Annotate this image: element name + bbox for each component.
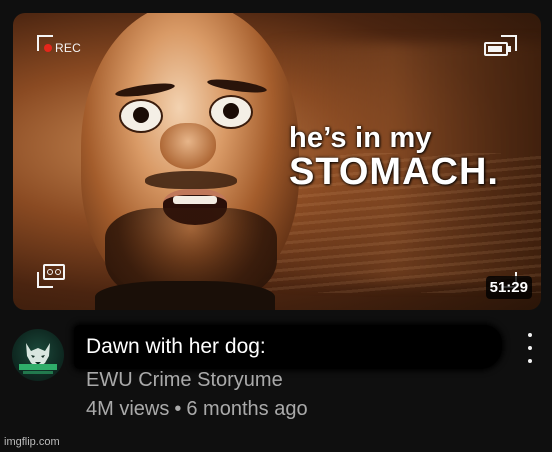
video-stats: 4M views • 6 months ago (86, 398, 308, 421)
imgflip-watermark: imgflip.com (4, 436, 60, 448)
thumbnail-caption-line2: STOMACH. (289, 151, 499, 193)
channel-avatar[interactable] (12, 329, 64, 381)
video-thumbnail[interactable]: REC he’s in my STOMACH. 51:29 (13, 13, 541, 310)
rec-dot-icon (44, 44, 52, 52)
rec-label: REC (55, 41, 81, 55)
thumbnail-face (75, 13, 305, 310)
view-count: 4M views (86, 398, 170, 420)
channel-name[interactable]: EWU Crime Storyume (86, 369, 283, 392)
wolf-logo-icon (19, 343, 57, 374)
battery-icon (484, 42, 511, 56)
video-title[interactable]: Dawn with her dog: (86, 335, 266, 359)
cassette-tape-icon (43, 264, 65, 280)
separator-dot: • (174, 398, 182, 420)
upload-age: 6 months ago (186, 398, 308, 420)
rec-indicator: REC (44, 41, 81, 55)
thumbnail-caption-line1: he’s in my (289, 122, 432, 154)
more-vertical-icon[interactable] (523, 333, 537, 363)
thumbnail-caption: he’s in my STOMACH. (289, 123, 499, 191)
duration-badge: 51:29 (485, 276, 532, 299)
video-card: REC he’s in my STOMACH. 51:29 Dawn with … (0, 0, 552, 452)
